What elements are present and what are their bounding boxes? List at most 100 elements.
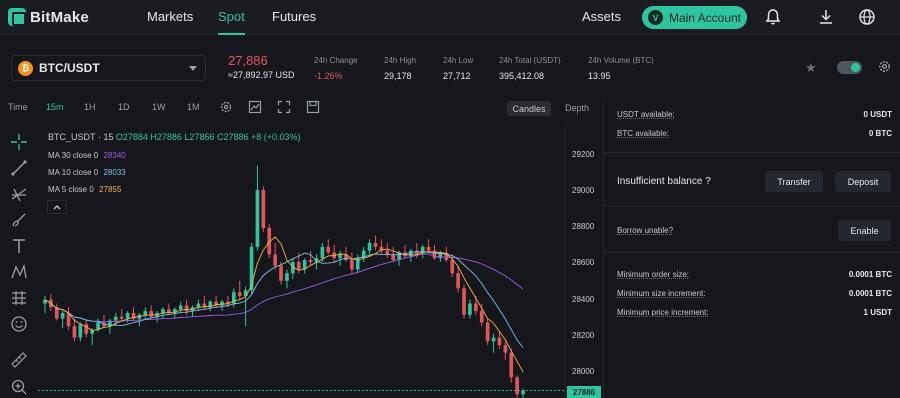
- candle-body: [491, 337, 496, 342]
- depth-view-button[interactable]: Depth: [565, 103, 589, 113]
- globe-icon[interactable]: [858, 8, 876, 26]
- candle-body: [285, 273, 289, 281]
- stat-value: 395,412.08: [499, 71, 545, 81]
- candlestick-chart[interactable]: [38, 124, 603, 398]
- account-badge: V: [647, 10, 663, 25]
- interval-1h[interactable]: 1H: [84, 102, 96, 112]
- legend-collapse-button[interactable]: [47, 200, 67, 214]
- zoom-in-icon[interactable]: [10, 378, 28, 396]
- stat-label: 24h Volume (BTC): [588, 56, 654, 65]
- trend-line-icon[interactable]: [10, 159, 28, 177]
- y-tick-label: 28000: [572, 367, 595, 376]
- y-tick-label: 29200: [572, 150, 595, 159]
- ruler-icon[interactable]: [10, 351, 28, 369]
- insufficient-balance-text[interactable]: Insufficient balance ?: [617, 176, 711, 187]
- stat-24h-low: 24h Low 27,712: [443, 56, 473, 81]
- save-icon[interactable]: [306, 100, 320, 114]
- nav-futures[interactable]: Futures: [272, 0, 316, 35]
- candle-body: [184, 305, 189, 312]
- chart-symbol: BTC_USDT · 15: [48, 132, 114, 142]
- usdt-available-label: USDT available:: [617, 110, 675, 119]
- emoji-icon[interactable]: [10, 315, 28, 333]
- min-order-row: Minimum order size: 0.0001 BTC: [617, 270, 892, 279]
- favorite-star-icon[interactable]: ★: [805, 60, 817, 76]
- candle-body: [273, 254, 277, 266]
- candle-body: [143, 311, 148, 315]
- candle-body: [84, 324, 89, 334]
- bell-icon[interactable]: [764, 8, 782, 26]
- text-tool-icon[interactable]: [10, 237, 28, 255]
- ma-value: 27855: [99, 185, 122, 194]
- ma-label: MA 30 close 0: [48, 151, 99, 160]
- btc-available-value: 0 BTC: [868, 129, 892, 138]
- chevron-up-icon: [53, 205, 61, 210]
- main-account-button[interactable]: V Main Account: [642, 6, 747, 29]
- candles-view-button[interactable]: Candles: [507, 101, 551, 116]
- min-order-label: Minimum order size:: [617, 270, 690, 279]
- interval-15m[interactable]: 15m: [46, 102, 64, 112]
- min-size-increment-value: 0.0001 BTC: [848, 289, 892, 298]
- candle-body: [485, 322, 490, 342]
- candle-body: [338, 254, 342, 259]
- pattern-tool-icon[interactable]: [10, 263, 28, 281]
- candle-body: [497, 337, 502, 346]
- candle-body: [78, 324, 83, 338]
- candle-body: [72, 326, 77, 338]
- candle-body: [450, 260, 455, 274]
- candle-body: [279, 265, 283, 281]
- interval-1d[interactable]: 1D: [118, 102, 130, 112]
- chart-legend-title: BTC_USDT · 15 O27884 H27886 L27866 C2788…: [48, 132, 301, 142]
- candle-body: [426, 246, 431, 251]
- theme-toggle[interactable]: [837, 61, 862, 74]
- nav-markets[interactable]: Markets: [147, 0, 193, 35]
- last-price: 27,886: [228, 53, 268, 68]
- brush-icon[interactable]: [10, 211, 28, 229]
- logo[interactable]: BitMake: [8, 8, 89, 26]
- btc-available-row: BTC available: 0 BTC: [617, 129, 892, 138]
- candle-body: [119, 316, 124, 319]
- stat-24h-volume: 24h Volume (BTC) 13.95: [588, 56, 654, 81]
- candle-body: [521, 390, 525, 395]
- pair-selector[interactable]: ₿ BTC/USDT: [11, 55, 206, 81]
- y-tick-label: 29000: [572, 186, 595, 195]
- y-tick-label: 28800: [572, 222, 595, 231]
- y-tick-label: 28200: [572, 331, 595, 340]
- stat-label: 24h High: [384, 56, 417, 65]
- stat-label: 24h Low: [443, 56, 474, 65]
- drawing-tools: [0, 128, 38, 398]
- min-price-increment-value: 1 USDT: [863, 308, 892, 317]
- deposit-button[interactable]: Deposit: [835, 171, 891, 192]
- candle-body: [113, 316, 118, 321]
- fib-tool-icon[interactable]: [10, 185, 28, 203]
- candle-body: [261, 190, 266, 228]
- stat-value: 29,178: [384, 71, 412, 81]
- ma10-legend: MA 10 close 0 28033: [48, 168, 126, 177]
- enable-button[interactable]: Enable: [838, 220, 891, 241]
- interval-1w[interactable]: 1W: [152, 102, 166, 112]
- crosshair-icon[interactable]: [10, 133, 28, 151]
- candle-body: [515, 377, 519, 395]
- candle-body: [373, 243, 378, 247]
- logo-text: BitMake: [30, 8, 89, 26]
- indicators-icon[interactable]: [248, 100, 262, 114]
- interval-1m[interactable]: 1M: [187, 102, 200, 112]
- candle-body: [409, 250, 413, 257]
- chart-settings-icon[interactable]: [219, 100, 233, 114]
- stat-24h-change: 24h Change -1.26%: [314, 56, 358, 81]
- nav-spot[interactable]: Spot: [218, 0, 245, 35]
- ticker-bar: ₿ BTC/USDT 27,886 ≈27,892.97 USD 24h Cha…: [0, 45, 900, 90]
- candle-body: [320, 246, 325, 259]
- download-icon[interactable]: [817, 8, 835, 26]
- nav-assets[interactable]: Assets: [582, 0, 621, 35]
- measure-tool-icon[interactable]: [10, 289, 28, 307]
- transfer-button[interactable]: Transfer: [765, 171, 823, 192]
- stat-24h-high: 24h High 29,178: [384, 56, 416, 81]
- stat-value: -1.26%: [314, 71, 343, 81]
- candle-body: [237, 292, 242, 296]
- candle-body: [350, 260, 354, 270]
- borrow-unable-label[interactable]: Borrow unable?: [617, 226, 673, 235]
- settings-gear-icon[interactable]: [877, 59, 892, 74]
- min-size-increment-row: Minimum size increment: 0.0001 BTC: [617, 289, 892, 298]
- fullscreen-icon[interactable]: [277, 100, 291, 114]
- candle-body: [385, 250, 390, 255]
